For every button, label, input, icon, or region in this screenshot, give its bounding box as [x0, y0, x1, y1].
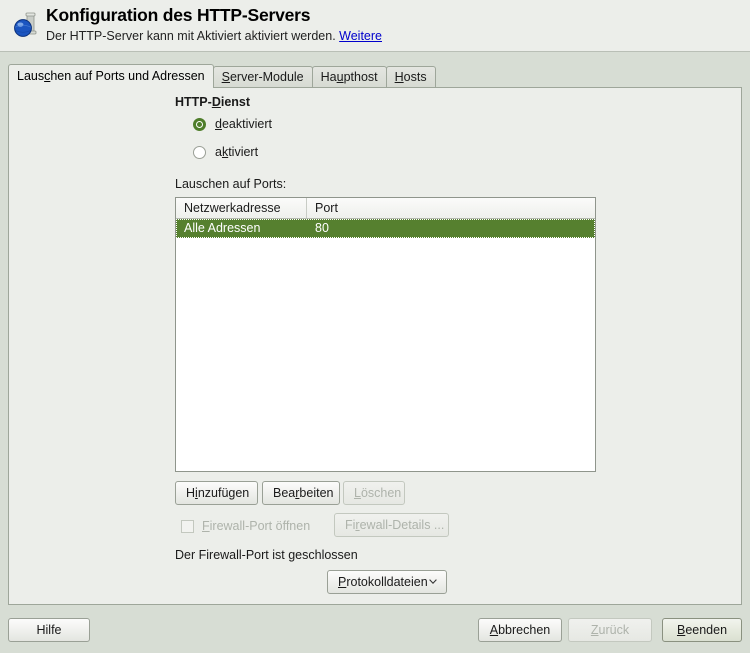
table-header-row: Netzwerkadresse Port	[176, 198, 595, 219]
firewall-details-button: Firewall-Details ...	[334, 513, 449, 537]
page-subtitle: Der HTTP-Server kann mit Aktiviert aktiv…	[46, 28, 382, 44]
page-title: Konfiguration des HTTP-Servers	[46, 5, 311, 25]
radio-service-disabled[interactable]: deaktiviert	[193, 117, 272, 131]
cell-port: 80	[315, 221, 329, 235]
http-service-group-label: HTTP-Dienst	[175, 95, 251, 109]
content-panel: HTTP-Dienst deaktiviert aktiviert Lausch…	[8, 87, 742, 605]
header-text-block: Konfiguration des HTTP-Servers Der HTTP-…	[46, 5, 382, 44]
radio-disabled-indicator	[193, 117, 206, 131]
add-button[interactable]: Hinzufügen	[175, 481, 258, 505]
tab-server-modules[interactable]: Server-Module	[212, 66, 313, 88]
dialog-footer: Hilfe Abbrechen Zurück Beenden	[0, 606, 750, 653]
dialog-header: Konfiguration des HTTP-Servers Der HTTP-…	[0, 0, 750, 52]
tab-hosts[interactable]: Hosts	[385, 66, 436, 88]
log-files-dropdown[interactable]: Protokolldateien	[327, 570, 447, 594]
radio-enabled-indicator	[193, 145, 206, 159]
log-files-dropdown-label: Protokolldateien	[338, 575, 428, 589]
globe-pillar-icon	[14, 12, 37, 37]
cell-network-address: Alle Adressen	[184, 221, 261, 235]
firewall-checkbox-indicator	[181, 519, 194, 533]
listen-ports-table[interactable]: Netzwerkadresse Port Alle Adressen 80	[175, 197, 596, 472]
firewall-status-text: Der Firewall-Port ist geschlossen	[175, 548, 358, 562]
radio-disabled-label: deaktiviert	[215, 117, 272, 131]
finish-button[interactable]: Beenden	[662, 618, 742, 642]
help-button[interactable]: Hilfe	[8, 618, 90, 642]
table-row[interactable]: Alle Adressen 80	[176, 219, 595, 238]
column-header-network-address[interactable]: Netzwerkadresse	[176, 198, 307, 218]
tab-bar: Lauschen auf Ports und Adressen Server-M…	[8, 64, 436, 88]
listen-ports-table-label: Lauschen auf Ports:	[175, 177, 287, 191]
edit-button[interactable]: Bearbeiten	[262, 481, 340, 505]
tab-main-host[interactable]: Haupthost	[311, 66, 387, 88]
more-info-link[interactable]: Weitere	[339, 29, 382, 43]
radio-service-enabled[interactable]: aktiviert	[193, 145, 258, 159]
tab-listen-ports-addresses[interactable]: Lauschen auf Ports und Adressen	[8, 64, 214, 88]
radio-enabled-label: aktiviert	[215, 145, 259, 159]
open-firewall-port-checkbox: Firewall-Port öffnen	[181, 519, 310, 533]
delete-button: Löschen	[343, 481, 405, 505]
cancel-button[interactable]: Abbrechen	[478, 618, 562, 642]
chevron-down-icon	[429, 579, 437, 584]
page-subtitle-text: Der HTTP-Server kann mit Aktiviert aktiv…	[46, 29, 336, 43]
column-header-port[interactable]: Port	[307, 198, 595, 218]
firewall-checkbox-label: Firewall-Port öffnen	[202, 519, 311, 533]
back-button: Zurück	[568, 618, 652, 642]
